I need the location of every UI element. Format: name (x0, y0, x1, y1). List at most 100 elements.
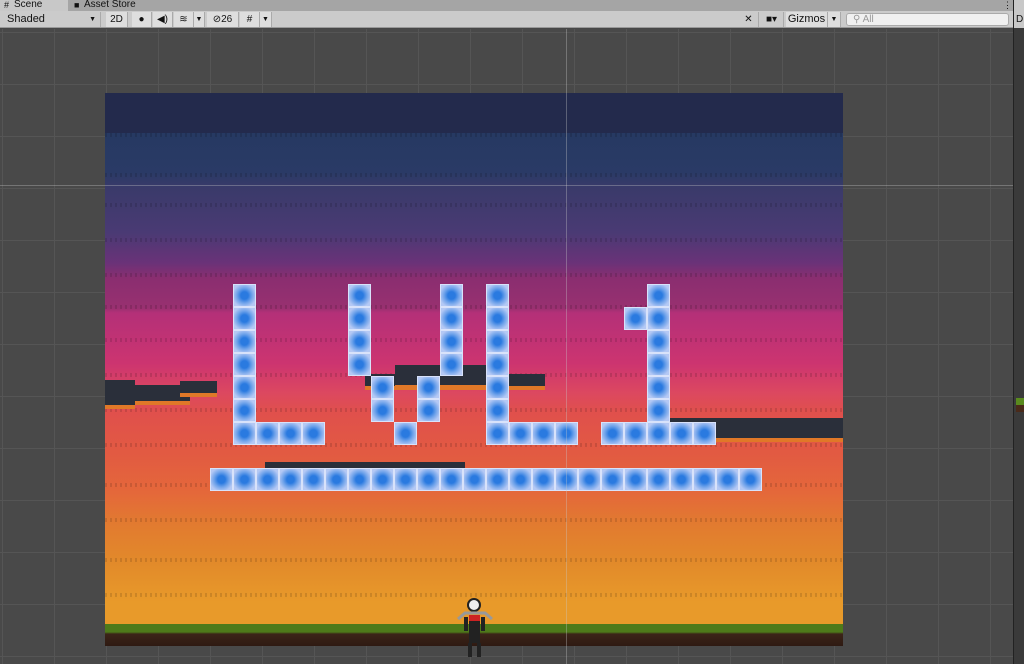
tab-label: Asset Store (84, 0, 136, 10)
ice-block-tile[interactable] (670, 422, 693, 445)
right-panel: D (1013, 0, 1024, 664)
ice-block-tile[interactable] (624, 468, 647, 491)
ice-block-tile[interactable] (486, 399, 509, 422)
effects-toggle-icon[interactable]: ≋ (174, 12, 194, 27)
ice-block-tile[interactable] (440, 330, 463, 353)
ice-block-tile[interactable] (348, 330, 371, 353)
effects-dropdown-icon[interactable]: ▼ (194, 12, 205, 27)
ice-block-tile[interactable] (578, 468, 601, 491)
grid-axis-line (566, 29, 567, 664)
shading-mode-label: Shaded (7, 13, 45, 25)
ice-block-tile[interactable] (463, 468, 486, 491)
ice-block-tile[interactable] (348, 307, 371, 330)
sky-band (105, 305, 843, 309)
ice-block-tile[interactable] (348, 353, 371, 376)
ice-block-tile[interactable] (233, 307, 256, 330)
ice-block-tile[interactable] (348, 468, 371, 491)
ice-block-tile[interactable] (394, 422, 417, 445)
2d-toggle-button[interactable]: 2D (106, 12, 128, 27)
ice-block-tile[interactable] (233, 468, 256, 491)
ice-block-tile[interactable] (601, 468, 624, 491)
ice-block-tile[interactable] (716, 468, 739, 491)
sky-band (105, 338, 843, 342)
ice-block-tile[interactable] (302, 468, 325, 491)
ice-block-tile[interactable] (693, 422, 716, 445)
grid-dropdown-icon[interactable]: ▼ (260, 12, 272, 27)
tab-scene[interactable]: # Scene (0, 0, 68, 11)
ice-block-tile[interactable] (279, 422, 302, 445)
ice-block-tile[interactable] (256, 468, 279, 491)
ice-block-tile[interactable] (348, 284, 371, 307)
ice-block-tile[interactable] (210, 468, 233, 491)
ice-block-tile[interactable] (486, 468, 509, 491)
ice-block-tile[interactable] (440, 307, 463, 330)
game-preview-thumbnail (1016, 398, 1024, 412)
search-input[interactable]: ⚲ All (846, 13, 1009, 26)
ice-block-tile[interactable] (233, 399, 256, 422)
ice-block-tile[interactable] (739, 468, 762, 491)
ice-block-tile[interactable] (371, 376, 394, 399)
hidden-objects-toggle[interactable]: ⊘26 (207, 12, 239, 27)
sky-band (105, 238, 843, 242)
ice-block-tile[interactable] (486, 330, 509, 353)
ice-block-tile[interactable] (486, 353, 509, 376)
camera-dropdown-icon[interactable]: ■▾ (760, 12, 784, 27)
ice-block-tile[interactable] (647, 422, 670, 445)
ice-block-tile[interactable] (417, 376, 440, 399)
audio-toggle-icon[interactable]: ◀) (153, 12, 173, 27)
ice-block-tile[interactable] (486, 422, 509, 445)
ice-block-tile[interactable] (371, 468, 394, 491)
scene-viewport[interactable] (0, 29, 1013, 664)
gizmos-button[interactable]: Gizmos (786, 12, 828, 27)
lighting-toggle-icon[interactable]: ● (132, 12, 152, 27)
ice-block-tile[interactable] (233, 422, 256, 445)
ice-block-tile[interactable] (233, 330, 256, 353)
sky-band (105, 203, 843, 207)
ice-block-tile[interactable] (486, 376, 509, 399)
ice-block-tile[interactable] (486, 307, 509, 330)
ice-block-tile[interactable] (440, 468, 463, 491)
grid-icon: # (4, 0, 10, 10)
ice-block-tile[interactable] (302, 422, 325, 445)
ice-block-tile[interactable] (325, 468, 348, 491)
ice-block-tile[interactable] (670, 468, 693, 491)
ice-block-tile[interactable] (279, 468, 302, 491)
more-options-icon[interactable]: ⋮ (1003, 0, 1012, 11)
ice-block-tile[interactable] (233, 284, 256, 307)
sky-band (105, 408, 843, 412)
ice-block-tile[interactable] (256, 422, 279, 445)
ice-block-tile[interactable] (509, 468, 532, 491)
ice-block-tile[interactable] (532, 422, 555, 445)
ice-block-tile[interactable] (417, 468, 440, 491)
ice-block-tile[interactable] (532, 468, 555, 491)
ice-block-tile[interactable] (647, 330, 670, 353)
ice-block-tile[interactable] (371, 399, 394, 422)
ice-block-tile[interactable] (647, 399, 670, 422)
ice-block-tile[interactable] (647, 284, 670, 307)
tab-asset-store[interactable]: ■ Asset Store (70, 0, 150, 11)
ice-block-tile[interactable] (647, 468, 670, 491)
player-character[interactable] (455, 597, 495, 659)
sky-band (105, 133, 843, 137)
ice-block-tile[interactable] (233, 376, 256, 399)
ice-block-tile[interactable] (417, 399, 440, 422)
ice-block-tile[interactable] (693, 468, 716, 491)
cloud-platform (180, 381, 217, 393)
grid-snap-icon[interactable]: # (240, 12, 260, 27)
ice-block-tile[interactable] (440, 284, 463, 307)
ice-block-tile[interactable] (233, 353, 256, 376)
ice-block-tile[interactable] (624, 422, 647, 445)
tools-icon[interactable]: ✕ (739, 12, 759, 27)
ice-block-tile[interactable] (647, 307, 670, 330)
ice-block-tile[interactable] (624, 307, 647, 330)
gizmos-dropdown-icon[interactable]: ▼ (828, 12, 841, 27)
ice-block-tile[interactable] (647, 353, 670, 376)
ice-block-tile[interactable] (440, 353, 463, 376)
shading-mode-dropdown[interactable]: Shaded ▼ (3, 12, 101, 27)
ice-block-tile[interactable] (647, 376, 670, 399)
ice-block-tile[interactable] (486, 284, 509, 307)
ice-block-tile[interactable] (509, 422, 532, 445)
tab-label: Scene (14, 0, 43, 10)
ice-block-tile[interactable] (601, 422, 624, 445)
ice-block-tile[interactable] (394, 468, 417, 491)
